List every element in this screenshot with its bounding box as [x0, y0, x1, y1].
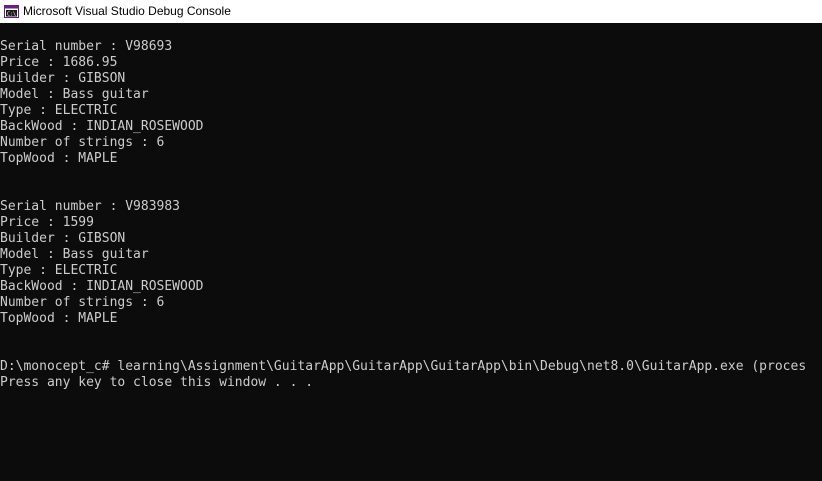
console-line: Type : ELECTRIC	[0, 103, 118, 118]
svg-text:C:\: C:\	[7, 12, 16, 18]
console-line: Builder : GIBSON	[0, 71, 126, 86]
console-line: Model : Bass guitar	[0, 87, 149, 102]
debug-console-window: C:\ Microsoft Visual Studio Debug Consol…	[0, 0, 822, 481]
console-output[interactable]: Serial number : V98693 Price : 1686.95 Bui…	[0, 39, 822, 481]
console-line: Builder : GIBSON	[0, 231, 126, 246]
console-line: Serial number : V983983	[0, 199, 181, 214]
console-app-icon: C:\	[4, 5, 19, 18]
console-line: Type : ELECTRIC	[0, 263, 118, 278]
console-line: Number of strings : 6	[0, 295, 165, 310]
console-line: Price : 1686.95	[0, 55, 118, 70]
console-line: Number of strings : 6	[0, 135, 165, 150]
console-line: BackWood : INDIAN_ROSEWOOD	[0, 279, 204, 294]
console-line: Price : 1599	[0, 215, 94, 230]
console-line: Model : Bass guitar	[0, 247, 149, 262]
console-line: BackWood : INDIAN_ROSEWOOD	[0, 119, 204, 134]
console-line: D:\monocept_c# learning\Assignment\Guita…	[0, 359, 807, 374]
console-line: TopWood : MAPLE	[0, 151, 118, 166]
console-line: Press any key to close this window . . .	[0, 375, 314, 390]
console-line: TopWood : MAPLE	[0, 311, 118, 326]
window-title: Microsoft Visual Studio Debug Console	[23, 4, 231, 18]
title-bar[interactable]: C:\ Microsoft Visual Studio Debug Consol…	[0, 0, 822, 23]
console-line: Serial number : V98693	[0, 39, 173, 54]
